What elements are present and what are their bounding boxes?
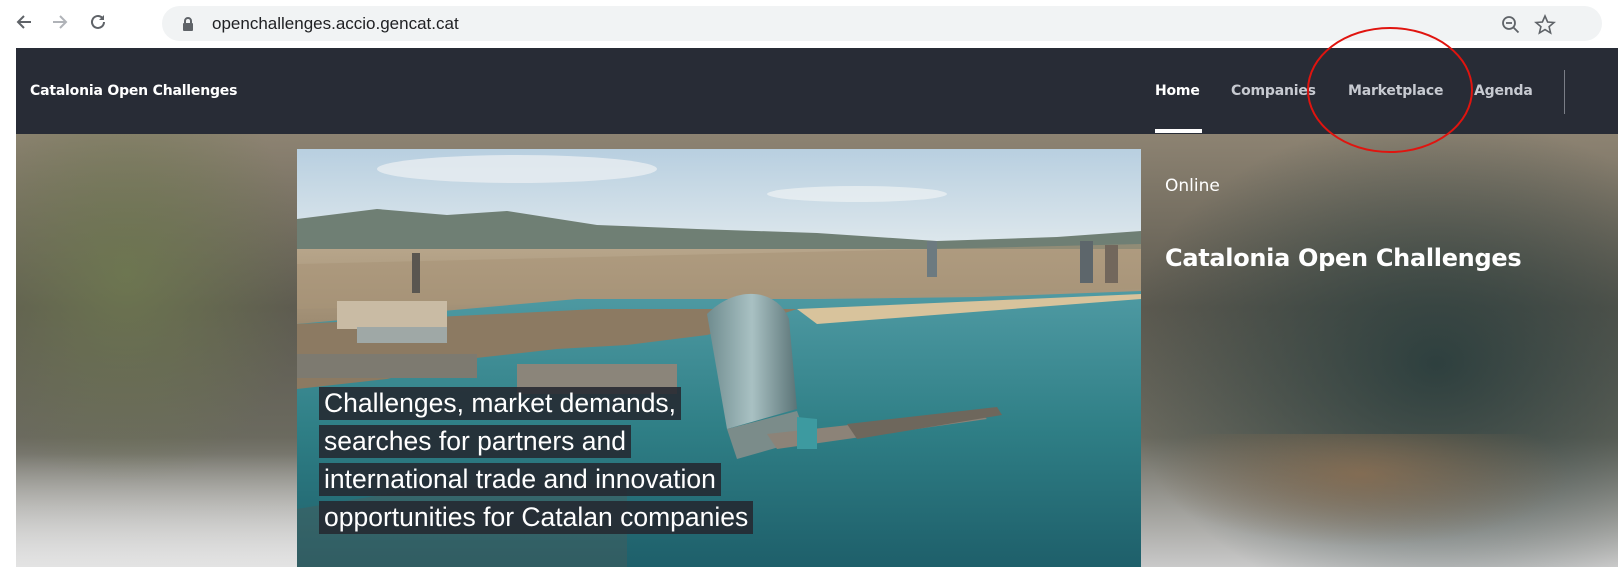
forward-arrow-icon (53, 15, 68, 29)
nav-divider (1564, 70, 1565, 114)
hero-caption-line-2: searches for partners and (319, 424, 631, 459)
hero-caption-line-3: international trade and innovation (319, 462, 721, 497)
nav-companies[interactable]: Companies (1231, 83, 1316, 99)
bookmark-star-icon[interactable] (1534, 14, 1556, 36)
reload-button[interactable] (84, 8, 112, 36)
url-text[interactable]: openchallenges.accio.gencat.cat (212, 14, 459, 34)
hero-background-blur (16, 454, 336, 567)
back-button[interactable] (10, 8, 38, 36)
active-nav-indicator (1155, 129, 1202, 133)
nav-agenda[interactable]: Agenda (1474, 83, 1533, 99)
event-format: Online (1165, 176, 1220, 196)
reload-icon (91, 14, 105, 29)
hero-caption-line-4: opportunities for Catalan companies (319, 500, 754, 535)
red-highlight-circle (1307, 27, 1473, 153)
zoom-icon[interactable] (1500, 14, 1522, 36)
lock-icon (183, 17, 193, 31)
site-brand[interactable]: Catalonia Open Challenges (30, 83, 237, 99)
back-arrow-icon (16, 15, 31, 29)
nav-home[interactable]: Home (1155, 83, 1200, 99)
event-title[interactable]: Catalonia Open Challenges (1165, 244, 1522, 272)
hero-background-tone (1141, 434, 1618, 567)
forward-button[interactable] (46, 8, 74, 36)
hero-banner: Challenges, market demands, searches for… (16, 134, 1618, 567)
hero-caption-line-1: Challenges, market demands, (319, 386, 682, 421)
